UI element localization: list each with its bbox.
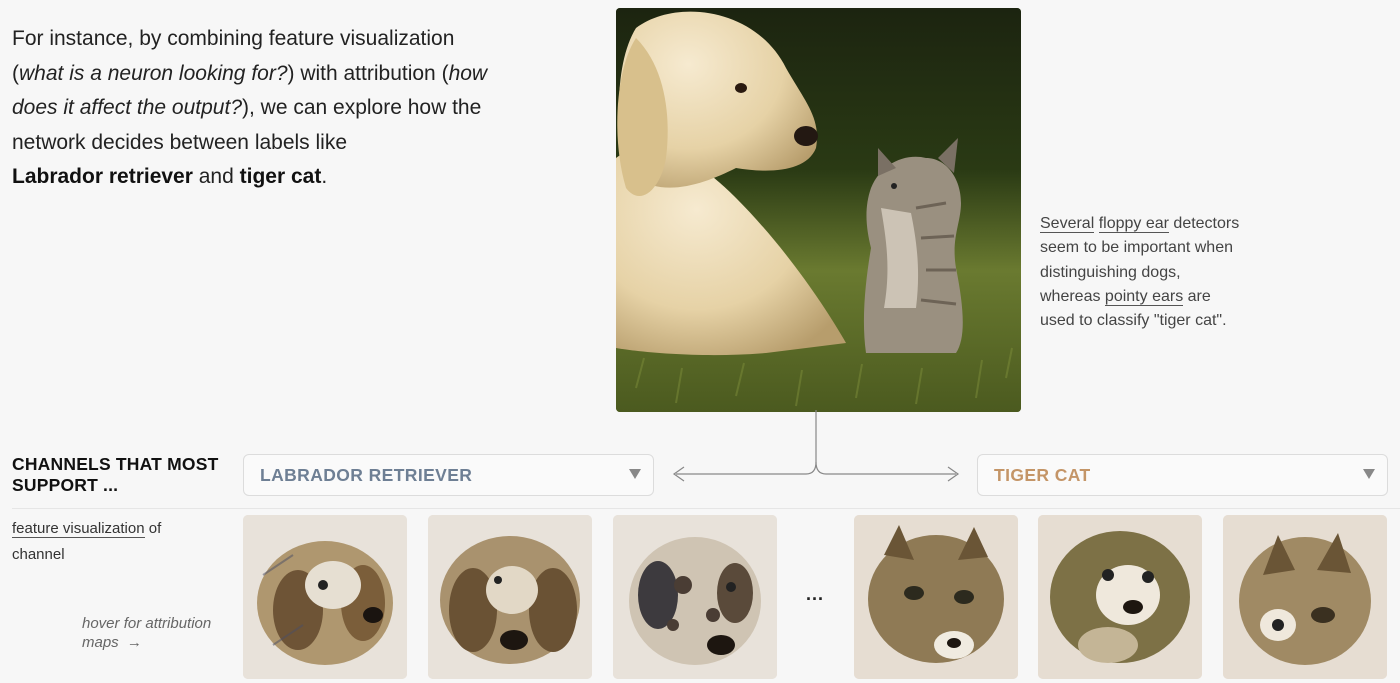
feature-visualization-caption: feature visualization of channel bbox=[12, 520, 162, 563]
intro-question-1: what is a neuron looking for? bbox=[19, 61, 288, 85]
hover-hint: hover for attribution maps → bbox=[82, 615, 212, 651]
chevron-down-icon bbox=[1363, 469, 1375, 479]
labrador-retriever-dropdown[interactable]: LABRADOR RETRIEVER bbox=[243, 454, 654, 496]
intro-line-1: For instance, by combining feature visua… bbox=[12, 27, 455, 50]
ellipsis: ... bbox=[806, 584, 825, 604]
side-note: Several floppy ear detectors seem to be … bbox=[1040, 215, 1240, 330]
feature-visualization-link[interactable]: feature visualization bbox=[12, 520, 145, 538]
tiger-cat-dropdown[interactable]: TIGER CAT bbox=[977, 454, 1388, 496]
intro-question-2: does it affect the output? bbox=[12, 96, 242, 119]
link-pointy-ears[interactable]: pointy ears bbox=[1104, 287, 1184, 306]
link-several[interactable]: Several bbox=[1040, 215, 1095, 233]
cat-channel-2[interactable] bbox=[1038, 515, 1202, 679]
cat-channel-3[interactable] bbox=[1223, 515, 1387, 679]
puppy-kitten-image bbox=[616, 8, 1021, 412]
dog-channel-3[interactable] bbox=[613, 515, 777, 679]
cat-channel-1[interactable] bbox=[854, 515, 1018, 679]
label-tiger-cat: tiger cat bbox=[239, 165, 322, 188]
dog-channel-1[interactable] bbox=[243, 515, 407, 679]
chevron-down-icon bbox=[629, 469, 641, 479]
dropdown-label-right: TIGER CAT bbox=[994, 465, 1091, 485]
dog-channel-2[interactable] bbox=[428, 515, 592, 679]
label-labrador: Labrador retriever bbox=[12, 165, 193, 188]
connector-arrows bbox=[672, 410, 960, 482]
channels-title: CHANNELS THAT MOST SUPPORT ... bbox=[12, 454, 219, 495]
divider bbox=[12, 508, 1400, 509]
arrow-right-icon: → bbox=[126, 634, 142, 651]
dropdown-label-left: LABRADOR RETRIEVER bbox=[260, 465, 473, 485]
link-floppy-ear[interactable]: floppy ear bbox=[1098, 215, 1169, 233]
intro-paragraph: For instance, by combining feature visua… bbox=[12, 27, 488, 188]
